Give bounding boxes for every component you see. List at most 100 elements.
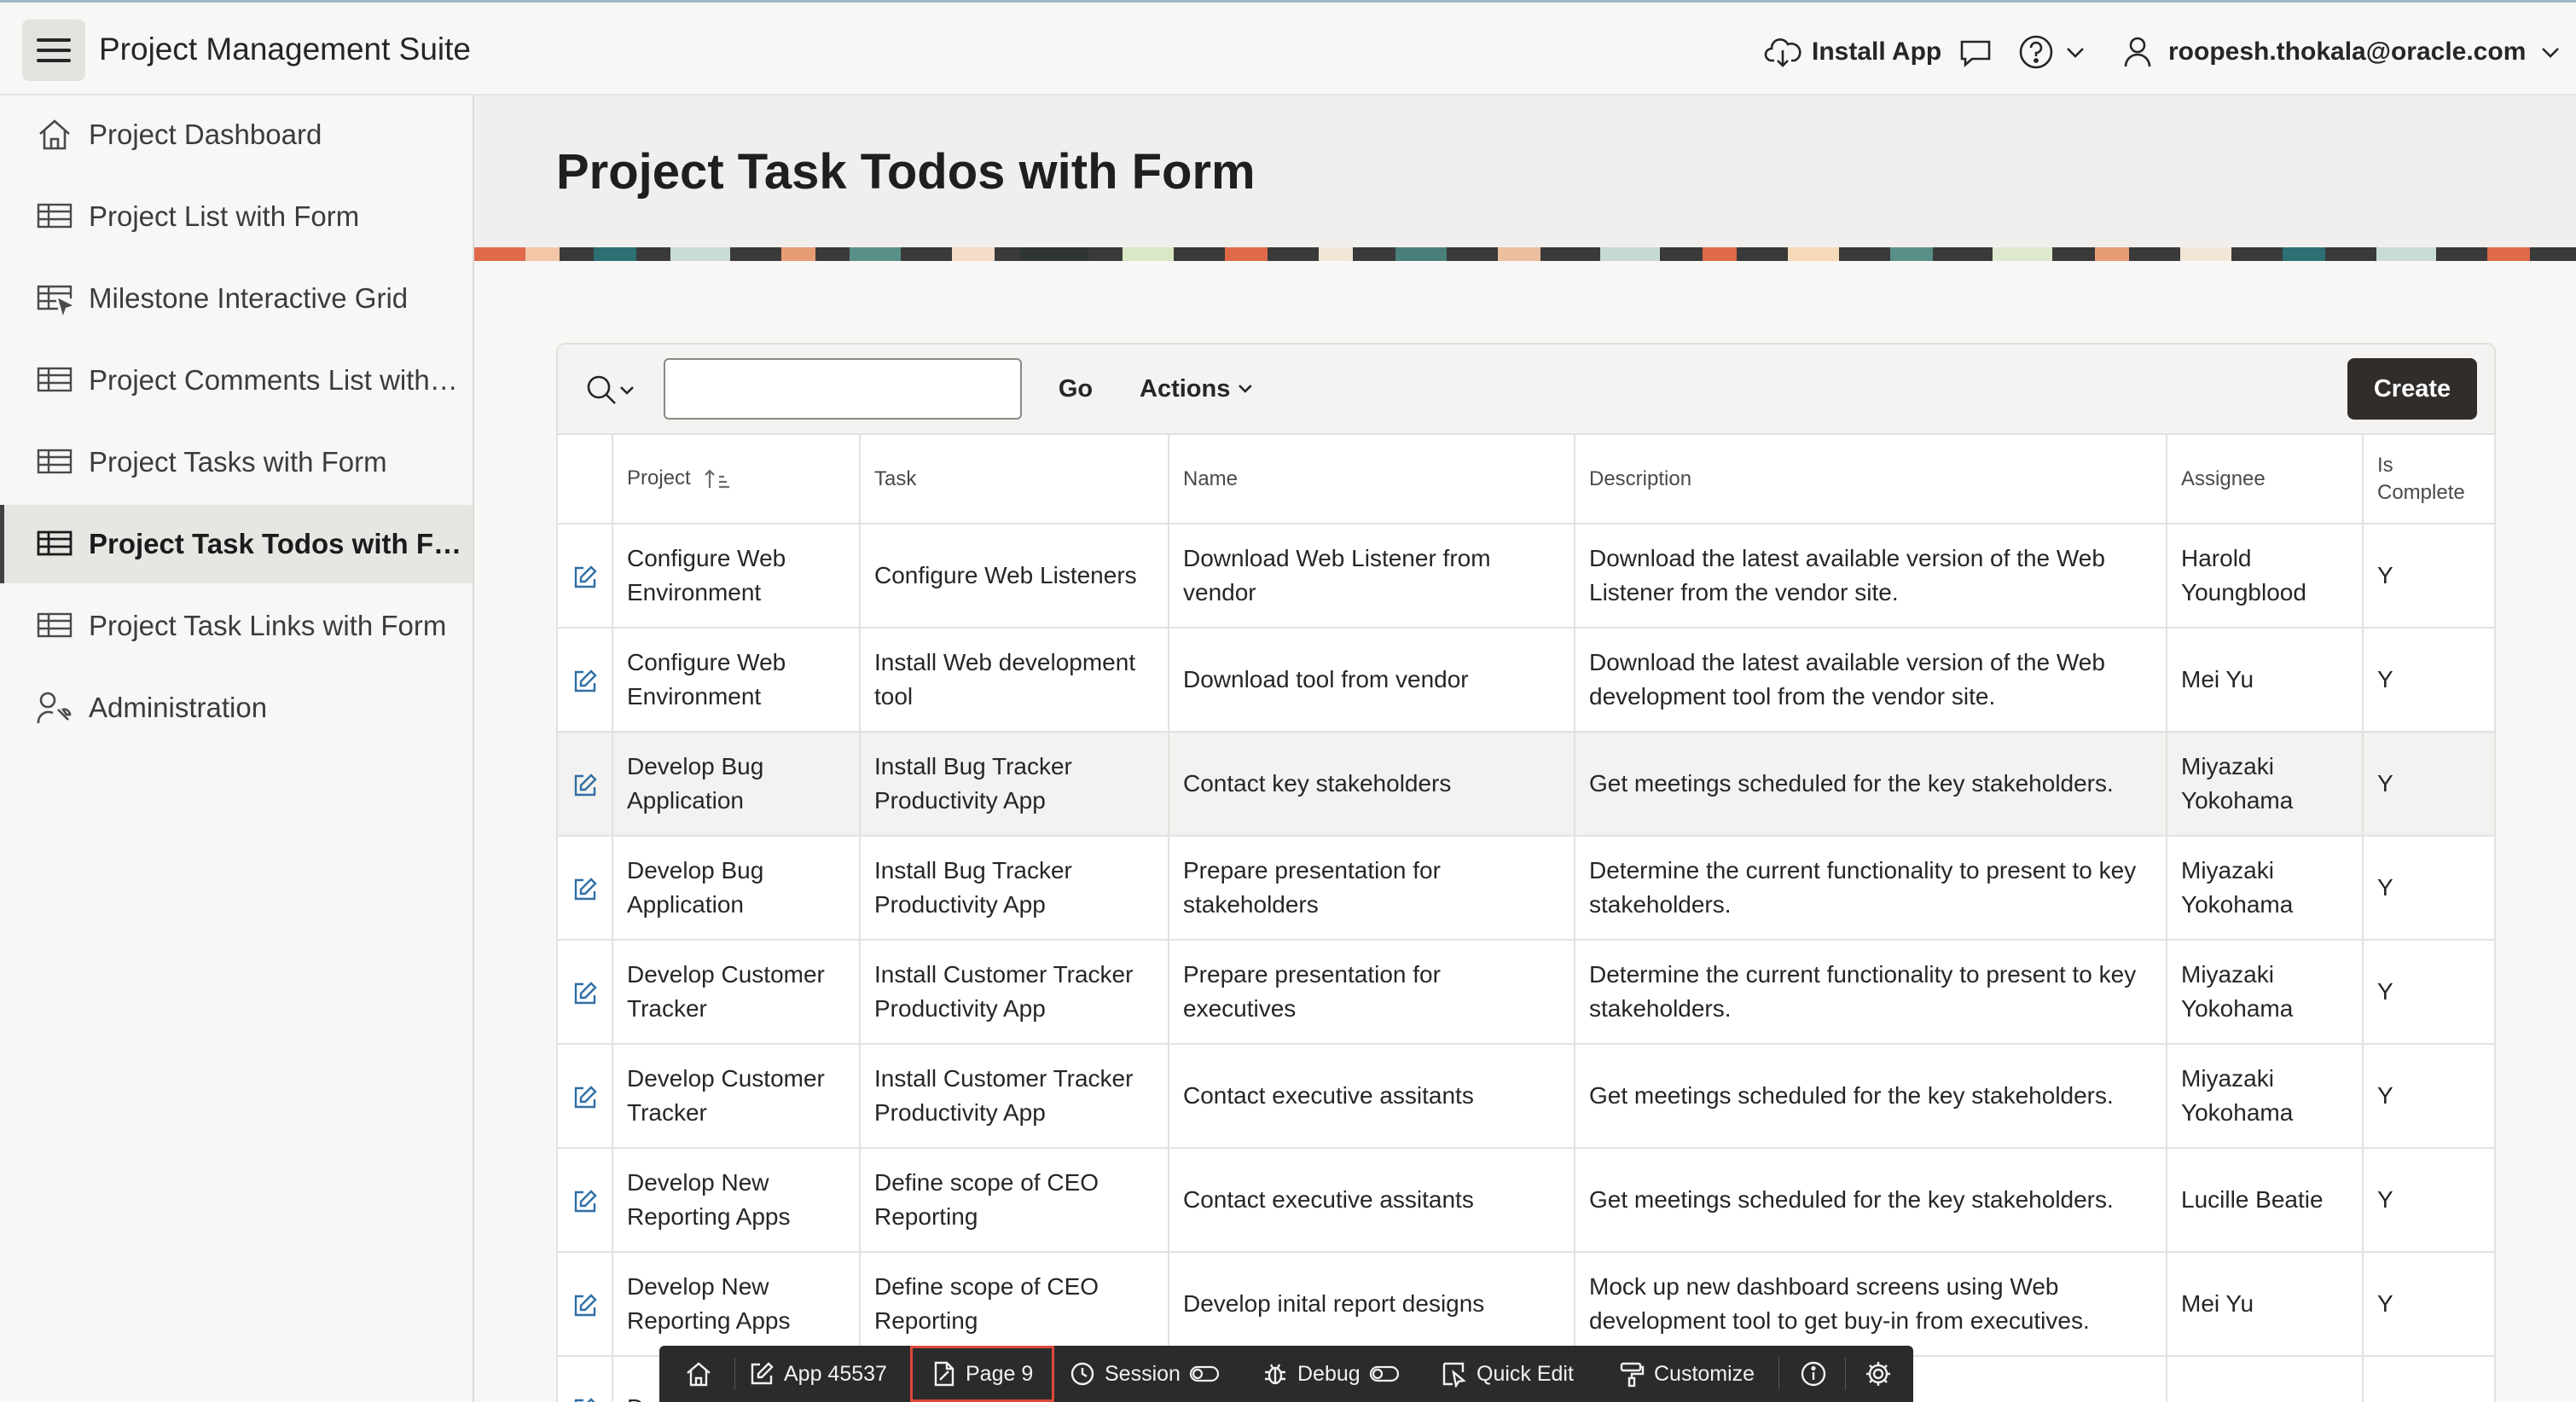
divider: [1845, 1358, 1846, 1390]
user-name: roopesh.thokala@oracle.com: [2168, 38, 2527, 66]
cell-assignee: Miyazaki Yokohama: [2167, 940, 2364, 1045]
divider: [734, 1358, 735, 1390]
cell-is-complete: Y: [2363, 1252, 2494, 1357]
hamburger-icon-line: [37, 49, 71, 52]
edit-icon: [574, 877, 597, 900]
cell-project: Develop Bug Application: [612, 732, 861, 837]
dev-settings-button[interactable]: [1857, 1346, 1900, 1402]
cloud-download-icon: [1764, 38, 1801, 67]
search-column-menu[interactable]: [583, 372, 640, 409]
help-menu-button[interactable]: [2018, 28, 2086, 76]
column-header-assignee[interactable]: Assignee: [2167, 435, 2364, 524]
edit-icon: [574, 981, 597, 1004]
dev-app-button[interactable]: App 45537: [748, 1346, 887, 1402]
edit-row-link[interactable]: [558, 940, 613, 1045]
cell-description: Determine the current functionality to p…: [1575, 940, 2167, 1045]
toggle-icon: [1369, 1365, 1399, 1382]
table-row: Configure Web Environment Install Web dev…: [558, 628, 2494, 733]
edit-row-link[interactable]: [558, 1252, 613, 1357]
dev-app-label: App 45537: [784, 1361, 887, 1386]
table-icon: [37, 367, 73, 392]
feedback-button[interactable]: [1957, 28, 1994, 76]
cell-assignee: Miyazaki Yokohama: [2167, 1044, 2364, 1149]
cell-task: Install Customer Tracker Productivity Ap…: [860, 1044, 1169, 1149]
menu-toggle-button[interactable]: [22, 20, 85, 81]
dev-info-button[interactable]: [1792, 1346, 1835, 1402]
go-button[interactable]: Go: [1039, 367, 1112, 411]
edit-row-link[interactable]: [558, 1044, 613, 1149]
edit-row-link[interactable]: [558, 628, 613, 733]
column-header-task[interactable]: Task: [860, 435, 1169, 524]
sidebar-item-label: Project Tasks with Form: [89, 446, 387, 478]
chevron-down-icon: [2542, 48, 2560, 58]
sidebar-item-project-dashboard[interactable]: Project Dashboard: [0, 96, 473, 174]
column-header-is-complete[interactable]: Is Complete: [2363, 435, 2494, 524]
install-app-label: Install App: [1812, 38, 1942, 66]
cell-name: Contact executive assitants: [1169, 1044, 1575, 1149]
home-icon: [687, 1362, 711, 1387]
cell-description: Download the latest available version of…: [1575, 628, 2167, 733]
column-header-description[interactable]: Description: [1575, 435, 2167, 524]
user-menu-button[interactable]: roopesh.thokala@oracle.com: [2122, 28, 2561, 76]
cell-task: Install Customer Tracker Productivity Ap…: [860, 940, 1169, 1045]
sidebar-item-project-comments[interactable]: Project Comments List with Form: [0, 341, 473, 420]
page-edit-icon: [934, 1361, 954, 1387]
sidebar-item-project-task-todos[interactable]: Project Task Todos with Form: [0, 505, 473, 583]
edit-row-link[interactable]: [558, 1356, 613, 1402]
sidebar-item-administration[interactable]: Administration: [0, 669, 473, 747]
bug-icon: [1265, 1364, 1285, 1385]
create-button[interactable]: Create: [2347, 358, 2477, 420]
cell-project: Develop Bug Application: [612, 836, 861, 941]
sidebar-item-project-task-links[interactable]: Project Task Links with Form: [0, 587, 473, 665]
cell-name: Contact executive assitants: [1169, 1148, 1575, 1253]
search-input[interactable]: [664, 358, 1022, 420]
table-row: Develop New Reporting Apps Define scope o…: [558, 1252, 2494, 1357]
actions-label: Actions: [1140, 374, 1231, 403]
table-row: Configure Web Environment Configure Web L…: [558, 524, 2494, 629]
dev-debug-button[interactable]: Debug: [1262, 1346, 1400, 1402]
grid-cursor-icon: [37, 285, 73, 316]
edit-row-link[interactable]: [558, 732, 613, 837]
dev-page-button[interactable]: Page 9: [910, 1346, 1055, 1402]
cell-task: Configure Web Listeners: [860, 524, 1169, 629]
column-header-name[interactable]: Name: [1169, 435, 1575, 524]
cell-assignee: Mei Yu: [2167, 1252, 2364, 1357]
edit-row-link[interactable]: [558, 1148, 613, 1253]
dev-customize-label: Customize: [1654, 1361, 1755, 1386]
edit-row-link[interactable]: [558, 524, 613, 629]
cell-name: Download Web Listener from vendor: [1169, 524, 1575, 629]
home-icon: [39, 119, 70, 150]
cell-is-complete: Y: [2363, 1044, 2494, 1149]
cell-project: Develop Customer Tracker: [612, 1044, 861, 1149]
paint-roller-icon: [1620, 1362, 1645, 1388]
cell-is-complete: Y: [2363, 732, 2494, 837]
app-title[interactable]: Project Management Suite: [99, 32, 471, 67]
report-table: Project Task Name Description Assignee I…: [558, 435, 2494, 1402]
cell-task: Install Web development tool: [860, 628, 1169, 733]
cell-is-complete: Y: [2363, 1148, 2494, 1253]
chat-icon: [1960, 40, 1991, 67]
actions-menu-button[interactable]: Actions: [1126, 367, 1254, 411]
sidebar-item-project-tasks[interactable]: Project Tasks with Form: [0, 423, 473, 501]
cell-assignee: Mei Yu: [2167, 628, 2364, 733]
edit-row-link[interactable]: [558, 836, 613, 941]
dev-customize-button[interactable]: Customize: [1618, 1346, 1755, 1402]
table-icon: [37, 530, 73, 556]
install-app-button[interactable]: Install App: [1764, 28, 1941, 76]
dev-session-button[interactable]: Session: [1069, 1346, 1220, 1402]
decorative-banner: [474, 247, 2576, 261]
chevron-down-icon: [1239, 385, 1252, 393]
cell-description: Download the latest available version of…: [1575, 524, 2167, 629]
dev-quick-edit-button[interactable]: Quick Edit: [1441, 1346, 1574, 1402]
table-icon: [37, 203, 73, 229]
cell-assignee: Miyazaki Yokohama: [2167, 732, 2364, 837]
sidebar-item-label: Project Comments List with Form: [89, 364, 464, 396]
sidebar-item-milestone-grid[interactable]: Milestone Interactive Grid: [0, 259, 473, 338]
sidebar-item-project-list[interactable]: Project List with Form: [0, 177, 473, 256]
edit-icon: [574, 1085, 597, 1108]
cell-project: Develop New Reporting Apps: [612, 1148, 861, 1253]
table-row: Develop Bug Application Install Bug Track…: [558, 732, 2494, 837]
dev-home-button[interactable]: [675, 1346, 722, 1402]
column-header-project[interactable]: Project: [612, 435, 861, 524]
cell-task: Define scope of CEO Reporting: [860, 1148, 1169, 1253]
